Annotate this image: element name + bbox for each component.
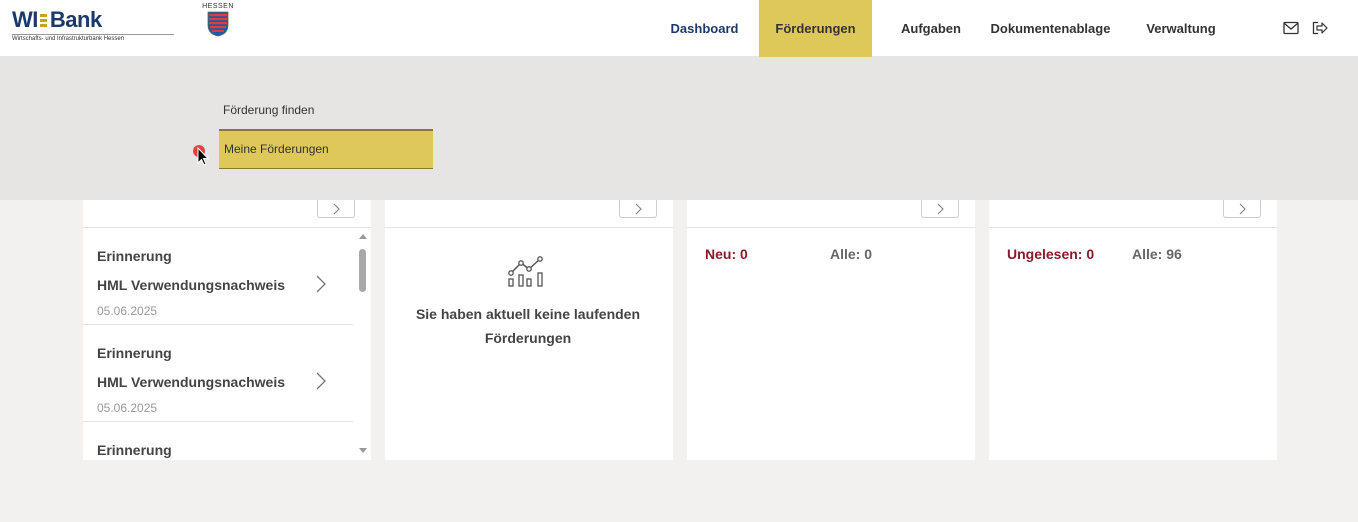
documents-card: Ungelesen: 0 Alle: 96 [989, 200, 1277, 460]
list-item[interactable]: Erinnerung [83, 422, 353, 460]
requests-open-button[interactable] [921, 200, 959, 218]
top-header: WI Bank Wirtschafts- und Infrastrukturba… [0, 0, 1358, 57]
new-count[interactable]: Neu: 0 [705, 246, 748, 262]
nav-dokumentenablage[interactable]: Dokumentenablage [980, 0, 1121, 57]
tasks-card: Erinnerung HML Verwendungsnachweis 05.06… [83, 200, 371, 460]
mail-icon[interactable] [1283, 21, 1299, 35]
item-title: Erinnerung [97, 248, 172, 264]
item-subtitle: HML Verwendungsnachweis [97, 374, 286, 390]
logo-text-left: WI [12, 7, 38, 32]
item-title: Erinnerung [97, 442, 172, 458]
list-item[interactable]: Erinnerung HML Verwendungsnachweis 05.06… [83, 325, 353, 422]
chevron-right-icon[interactable] [315, 372, 327, 390]
tasks-scrollbar[interactable] [355, 228, 371, 460]
logo-bars-icon [39, 13, 47, 27]
card-header [687, 200, 975, 228]
nav-dashboard[interactable]: Dashboard [654, 0, 755, 57]
card-header [989, 200, 1277, 228]
logo-text-right: Bank [49, 7, 102, 32]
all-count[interactable]: Alle: 0 [830, 246, 872, 262]
menu-item-foerderung-finden[interactable]: Förderung finden [223, 103, 314, 117]
nav-verwaltung[interactable]: Verwaltung [1123, 0, 1239, 57]
requests-card: Neu: 0 Alle: 0 [687, 200, 975, 460]
logo-subtitle: Wirtschafts- und Infrastrukturbank Hesse… [12, 34, 174, 42]
mouse-cursor-icon [193, 145, 210, 166]
chevron-right-icon [1239, 203, 1246, 215]
logout-icon[interactable] [1312, 21, 1328, 35]
item-date: 05.06.2025 [97, 401, 158, 415]
chevron-right-icon [635, 203, 642, 215]
chevron-right-icon[interactable] [315, 275, 327, 293]
list-item[interactable]: Erinnerung HML Verwendungsnachweis 05.06… [83, 228, 353, 325]
scroll-down-icon[interactable] [359, 448, 367, 453]
item-title: Erinnerung [97, 345, 172, 361]
chart-icon [508, 256, 543, 287]
chevron-right-icon [937, 203, 944, 215]
hessen-label: HESSEN [202, 3, 234, 10]
card-header [385, 200, 673, 228]
chevron-right-icon [333, 203, 340, 215]
menu-item-meine-foerderungen[interactable]: Meine Förderungen [219, 129, 433, 169]
item-date: 05.06.2025 [97, 304, 158, 318]
funding-open-button[interactable] [619, 200, 657, 218]
wibank-logo[interactable]: WI Bank Wirtschafts- und Infrastrukturba… [12, 9, 174, 42]
funding-card: Sie haben aktuell keine laufenden Förder… [385, 200, 673, 460]
item-subtitle: HML Verwendungsnachweis [97, 277, 286, 293]
scroll-up-icon[interactable] [359, 234, 367, 239]
foerderungen-dropdown-menu: Förderung finden Meine Förderungen [0, 57, 1358, 200]
tasks-open-button[interactable] [317, 200, 355, 218]
all-documents-count[interactable]: Alle: 96 [1132, 246, 1182, 262]
nav-foerderungen[interactable]: Förderungen [759, 0, 872, 57]
hessen-crest-icon [207, 11, 229, 37]
unread-count[interactable]: Ungelesen: 0 [1007, 246, 1094, 262]
documents-open-button[interactable] [1223, 200, 1261, 218]
scroll-thumb[interactable] [359, 249, 366, 292]
hessen-crest-logo: HESSEN [201, 3, 235, 42]
nav-aufgaben[interactable]: Aufgaben [883, 0, 979, 57]
empty-state-message: Sie haben aktuell keine laufenden Förder… [415, 306, 641, 346]
card-header [83, 200, 371, 228]
tasks-list[interactable]: Erinnerung HML Verwendungsnachweis 05.06… [83, 228, 353, 460]
